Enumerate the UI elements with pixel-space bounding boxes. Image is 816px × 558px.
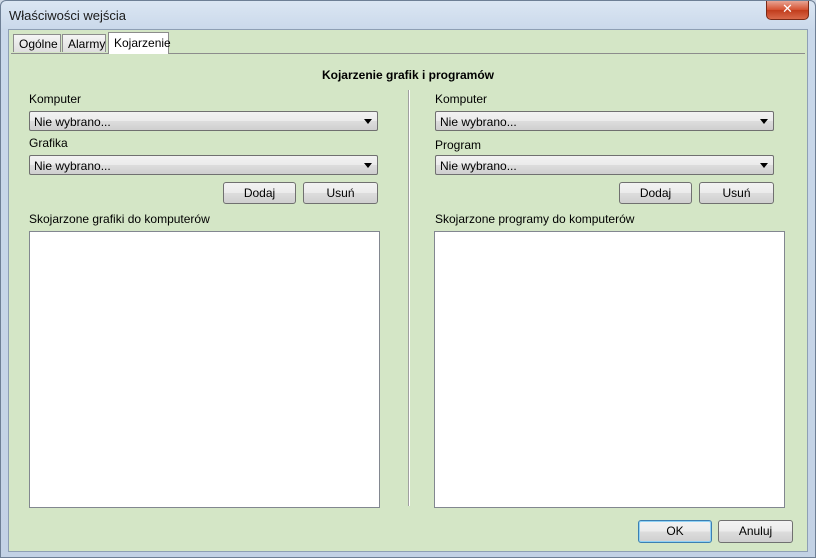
program-value: Nie wybrano... — [440, 159, 517, 173]
left-computer-value: Nie wybrano... — [34, 115, 111, 129]
cancel-button[interactable]: Anuluj — [718, 520, 793, 543]
left-add-button[interactable]: Dodaj — [223, 182, 296, 204]
right-computer-value: Nie wybrano... — [440, 115, 517, 129]
title-bar[interactable]: Właściwości wejścia ✕ — [1, 1, 815, 29]
close-button[interactable]: ✕ — [766, 1, 809, 20]
right-add-button[interactable]: Dodaj — [619, 182, 692, 204]
tab-alarmy[interactable]: Alarmy — [62, 34, 106, 52]
left-list-label: Skojarzone grafiki do komputerów — [29, 212, 210, 226]
chevron-down-icon — [364, 119, 372, 124]
column-divider — [408, 90, 410, 506]
chevron-down-icon — [364, 163, 372, 168]
graphic-select[interactable]: Nie wybrano... — [29, 155, 378, 175]
associated-graphics-list[interactable] — [29, 231, 380, 508]
right-list-label: Skojarzone programy do komputerów — [435, 212, 635, 226]
left-computer-select[interactable]: Nie wybrano... — [29, 111, 378, 131]
dialog-client-area: Ogólne Alarmy Kojarzenie Kojarzenie graf… — [8, 29, 808, 552]
associated-programs-list[interactable] — [434, 231, 785, 508]
left-remove-button[interactable]: Usuń — [303, 182, 378, 204]
chevron-down-icon — [760, 163, 768, 168]
right-computer-select[interactable]: Nie wybrano... — [435, 111, 774, 131]
right-computer-label: Komputer — [435, 92, 488, 106]
section-heading: Kojarzenie grafik i programów — [321, 68, 495, 82]
ok-button[interactable]: OK — [638, 520, 712, 543]
program-label: Program — [435, 138, 482, 152]
close-icon: ✕ — [782, 2, 793, 17]
chevron-down-icon — [760, 119, 768, 124]
dialog-window: Właściwości wejścia ✕ Ogólne Alarmy Koja… — [0, 0, 816, 558]
graphic-label: Grafika — [29, 136, 68, 150]
tab-panel-kojarzenie: Kojarzenie grafik i programów Komputer N… — [11, 53, 805, 549]
tab-kojarzenie[interactable]: Kojarzenie — [108, 32, 171, 54]
right-remove-button[interactable]: Usuń — [699, 182, 774, 204]
program-select[interactable]: Nie wybrano... — [435, 155, 774, 175]
left-computer-label: Komputer — [29, 92, 82, 106]
graphic-value: Nie wybrano... — [34, 159, 111, 173]
window-title: Właściwości wejścia — [9, 8, 127, 23]
tab-ogolne[interactable]: Ogólne — [13, 34, 61, 52]
